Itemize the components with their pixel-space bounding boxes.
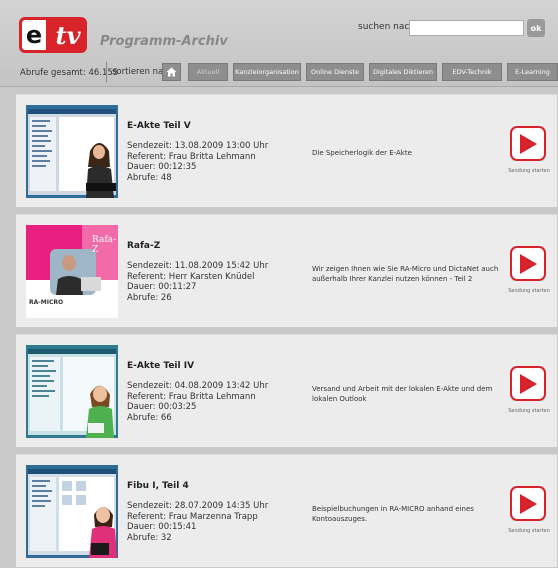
play-icon: [520, 493, 537, 514]
video-description: Versand und Arbeit mit der lokalen E-Akt…: [312, 385, 493, 403]
video-description: Wir zeigen Ihnen wie Sie RA-Micro und Di…: [312, 265, 499, 283]
play-button[interactable]: [510, 486, 546, 521]
video-title[interactable]: E-Akte Teil V: [127, 121, 191, 131]
thumbnail-rafa-z-text: Rafa-Z: [92, 235, 117, 255]
header: e tv Programm-Archiv suchen nach: ok Abr…: [0, 0, 558, 87]
search-button[interactable]: ok: [527, 19, 545, 37]
thumbnail-ramicro-logo: RA-MICRO: [29, 299, 64, 306]
video-meta: Sendezeit: 28.07.2009 14:35 Uhr Referent…: [127, 501, 268, 543]
play-label[interactable]: Sendung starten: [501, 168, 557, 174]
video-dauer: Dauer: 00:15:41: [127, 522, 197, 532]
logo-tv: tv: [49, 17, 87, 53]
video-thumbnail[interactable]: [26, 465, 118, 558]
video-referent: Referent: Herr Karsten Knüdel: [127, 271, 255, 282]
play-button[interactable]: [510, 246, 546, 281]
play-label[interactable]: Sendung starten: [501, 288, 557, 294]
play-button[interactable]: [510, 366, 546, 401]
video-abrufe: Abrufe: 26: [127, 292, 172, 303]
tab-kanzleiorganisation[interactable]: Kanzleiorganisation: [233, 63, 301, 81]
video-abrufe: Abrufe: 66: [127, 412, 172, 423]
page-title: Programm-Archiv: [100, 34, 228, 49]
video-sendezeit: Sendezeit: 13.08.2009 13:00 Uhr: [127, 141, 269, 151]
search-input[interactable]: [409, 20, 524, 36]
tab-digitales-diktieren[interactable]: Digitales Diktieren: [369, 63, 437, 81]
video-dauer: Dauer: 00:11:27: [127, 282, 197, 292]
video-meta: Sendezeit: 04.08.2009 13:42 Uhr Referent…: [127, 381, 268, 423]
total-views: Abrufe gesamt: 46.155: [20, 68, 119, 78]
video-description: Beispielbuchungen in RA-MICRO anhand ein…: [312, 505, 474, 523]
video-thumbnail[interactable]: [26, 345, 118, 438]
video-abrufe: Abrufe: 32: [127, 532, 172, 543]
play-icon: [520, 133, 537, 154]
video-referent: Referent: Frau Marzenna Trapp: [127, 511, 258, 522]
tab-aktuell[interactable]: Aktuell: [188, 63, 228, 81]
play-label[interactable]: Sendung starten: [501, 408, 557, 414]
video-abrufe: Abrufe: 48: [127, 172, 172, 183]
video-referent: Referent: Frau Britta Lehmann: [127, 151, 256, 162]
tab-e-learning[interactable]: E-Learning: [507, 63, 558, 81]
video-card: Fibu I, Teil 4 Sendezeit: 28.07.2009 14:…: [16, 454, 557, 567]
home-icon: [166, 67, 177, 77]
play-label[interactable]: Sendung starten: [501, 528, 557, 534]
etv-logo[interactable]: e tv: [19, 17, 87, 53]
video-sendezeit: Sendezeit: 28.07.2009 14:35 Uhr: [127, 501, 269, 511]
logo-e: e: [19, 17, 49, 53]
video-sendezeit: Sendezeit: 11.08.2009 15:42 Uhr: [127, 261, 269, 271]
play-icon: [520, 253, 537, 274]
tab-online-dienste[interactable]: Online Dienste: [306, 63, 364, 81]
video-card: E-Akte Teil V Sendezeit: 13.08.2009 13:0…: [16, 94, 557, 207]
video-description: Die Speicherlogik der E-Akte: [312, 149, 412, 157]
video-dauer: Dauer: 00:03:25: [127, 402, 197, 412]
video-card: Rafa-Z RA-MICRO Rafa-Z Sendezeit: 11.08.…: [16, 214, 557, 327]
video-thumbnail[interactable]: Rafa-Z RA-MICRO: [26, 225, 118, 318]
video-title[interactable]: Rafa-Z: [127, 241, 160, 251]
video-thumbnail[interactable]: [26, 105, 118, 198]
play-button[interactable]: [510, 126, 546, 161]
video-meta: Sendezeit: 13.08.2009 13:00 Uhr Referent…: [127, 141, 268, 183]
video-sendezeit: Sendezeit: 04.08.2009 13:42 Uhr: [127, 381, 269, 391]
video-title[interactable]: E-Akte Teil IV: [127, 361, 194, 371]
video-referent: Referent: Frau Britta Lehmann: [127, 391, 256, 402]
video-meta: Sendezeit: 11.08.2009 15:42 Uhr Referent…: [127, 261, 268, 303]
video-card: E-Akte Teil IV Sendezeit: 04.08.2009 13:…: [16, 334, 557, 447]
video-dauer: Dauer: 00:12:35: [127, 162, 197, 172]
tab-edv-technik[interactable]: EDV-Technik: [442, 63, 502, 81]
play-icon: [520, 373, 537, 394]
video-title[interactable]: Fibu I, Teil 4: [127, 481, 189, 491]
home-button[interactable]: [162, 63, 181, 81]
